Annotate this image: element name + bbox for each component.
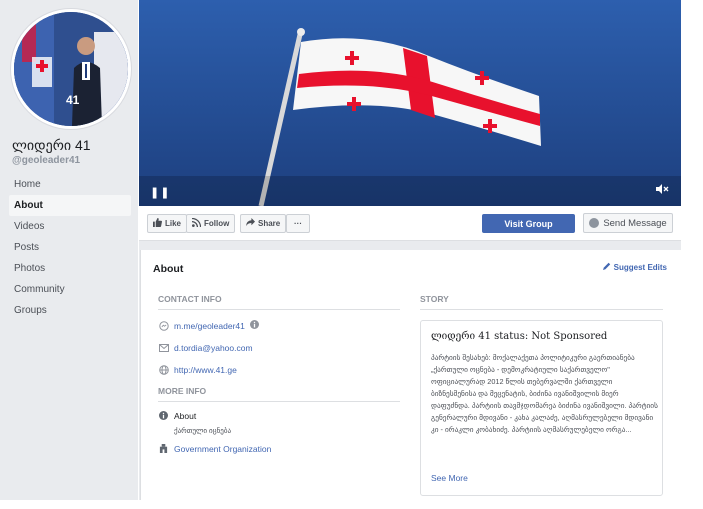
about-row: About xyxy=(158,410,196,421)
envelope-icon xyxy=(158,342,169,353)
pencil-icon xyxy=(602,262,611,272)
pause-icon[interactable]: ❚❚ xyxy=(150,186,170,199)
see-more-link[interactable]: See More xyxy=(431,473,468,483)
globe-icon xyxy=(158,364,169,375)
divider xyxy=(158,309,400,310)
more-options-button[interactable]: ··· xyxy=(286,214,310,233)
divider xyxy=(158,401,400,402)
story-body: პარტიის შესახებ: მოქალაქეთა პოლიტიკური გ… xyxy=(431,353,658,434)
messenger-link[interactable]: m.me/geoleader41 xyxy=(174,321,245,331)
info-icon[interactable] xyxy=(249,320,259,331)
info-icon xyxy=(158,410,169,421)
rss-icon xyxy=(191,217,202,229)
share-icon xyxy=(246,218,255,229)
nav-item-groups[interactable]: Groups xyxy=(9,300,131,321)
messenger-icon xyxy=(589,218,600,228)
like-button[interactable]: Like xyxy=(147,214,188,233)
messenger-row: m.me/geoleader41 xyxy=(158,320,259,331)
nav-item-videos[interactable]: Videos xyxy=(9,216,131,237)
messenger-icon xyxy=(158,320,169,331)
nav-item-about[interactable]: About xyxy=(9,195,131,216)
divider xyxy=(420,309,663,310)
svg-text:41: 41 xyxy=(66,93,80,107)
email-row: d.tordia@yahoo.com xyxy=(158,342,253,353)
follow-label: Follow xyxy=(204,219,230,228)
about-heading: About xyxy=(153,263,184,275)
email-link[interactable]: d.tordia@yahoo.com xyxy=(174,343,253,353)
nav-item-photos[interactable]: Photos xyxy=(9,258,131,279)
suggest-edits-label: Suggest Edits xyxy=(613,262,667,272)
about-card: About Suggest Edits CONTACT INFO m.me/ge… xyxy=(140,250,681,500)
website-row: http://www.41.ge xyxy=(158,364,237,375)
story-heading: STORY xyxy=(420,294,449,304)
more-info-heading: MORE INFO xyxy=(158,386,207,396)
avatar-image: 41 xyxy=(14,12,128,126)
suggest-edits-link[interactable]: Suggest Edits xyxy=(602,262,667,272)
thumbs-up-icon xyxy=(153,218,162,229)
website-link[interactable]: http://www.41.ge xyxy=(174,365,237,375)
nav-item-posts[interactable]: Posts xyxy=(9,237,131,258)
story-card[interactable]: ლიდერი 41 status: Not Sponsored პარტიის … xyxy=(420,320,663,496)
follow-button[interactable]: Follow xyxy=(186,214,236,233)
about-value: ქართული იცნება xyxy=(174,428,232,435)
page-handle[interactable]: @geoleader41 xyxy=(12,155,80,166)
visit-group-button[interactable]: Visit Group xyxy=(482,214,575,233)
send-message-button[interactable]: Send Message xyxy=(583,213,673,233)
building-icon xyxy=(158,443,169,454)
like-label: Like xyxy=(165,219,182,228)
category-row: Government Organization xyxy=(158,443,271,454)
cover-video[interactable]: ❚❚ xyxy=(139,0,681,206)
share-label: Share xyxy=(258,219,281,228)
page-nav: Home About Videos Posts Photos Community… xyxy=(9,174,131,321)
send-message-label: Send Message xyxy=(603,217,667,229)
contact-info-heading: CONTACT INFO xyxy=(158,294,222,304)
share-button[interactable]: Share xyxy=(240,214,287,233)
avatar: 41 xyxy=(14,12,128,126)
category-link[interactable]: Government Organization xyxy=(174,444,271,454)
cover-image xyxy=(139,0,681,206)
left-sidebar: 41 ლიდერი 41 @geoleader41 Home About Vid… xyxy=(0,0,138,500)
nav-item-community[interactable]: Community xyxy=(9,279,131,300)
profile-picture[interactable]: 41 xyxy=(11,9,131,129)
page-action-bar: Like Follow Share ··· Visit Group Send M… xyxy=(139,206,681,241)
mute-icon[interactable] xyxy=(655,183,669,195)
page-name[interactable]: ლიდერი 41 xyxy=(12,137,91,154)
about-label: About xyxy=(174,410,197,421)
nav-item-home[interactable]: Home xyxy=(9,174,131,195)
story-title: ლიდერი 41 status: Not Sponsored xyxy=(431,331,608,342)
